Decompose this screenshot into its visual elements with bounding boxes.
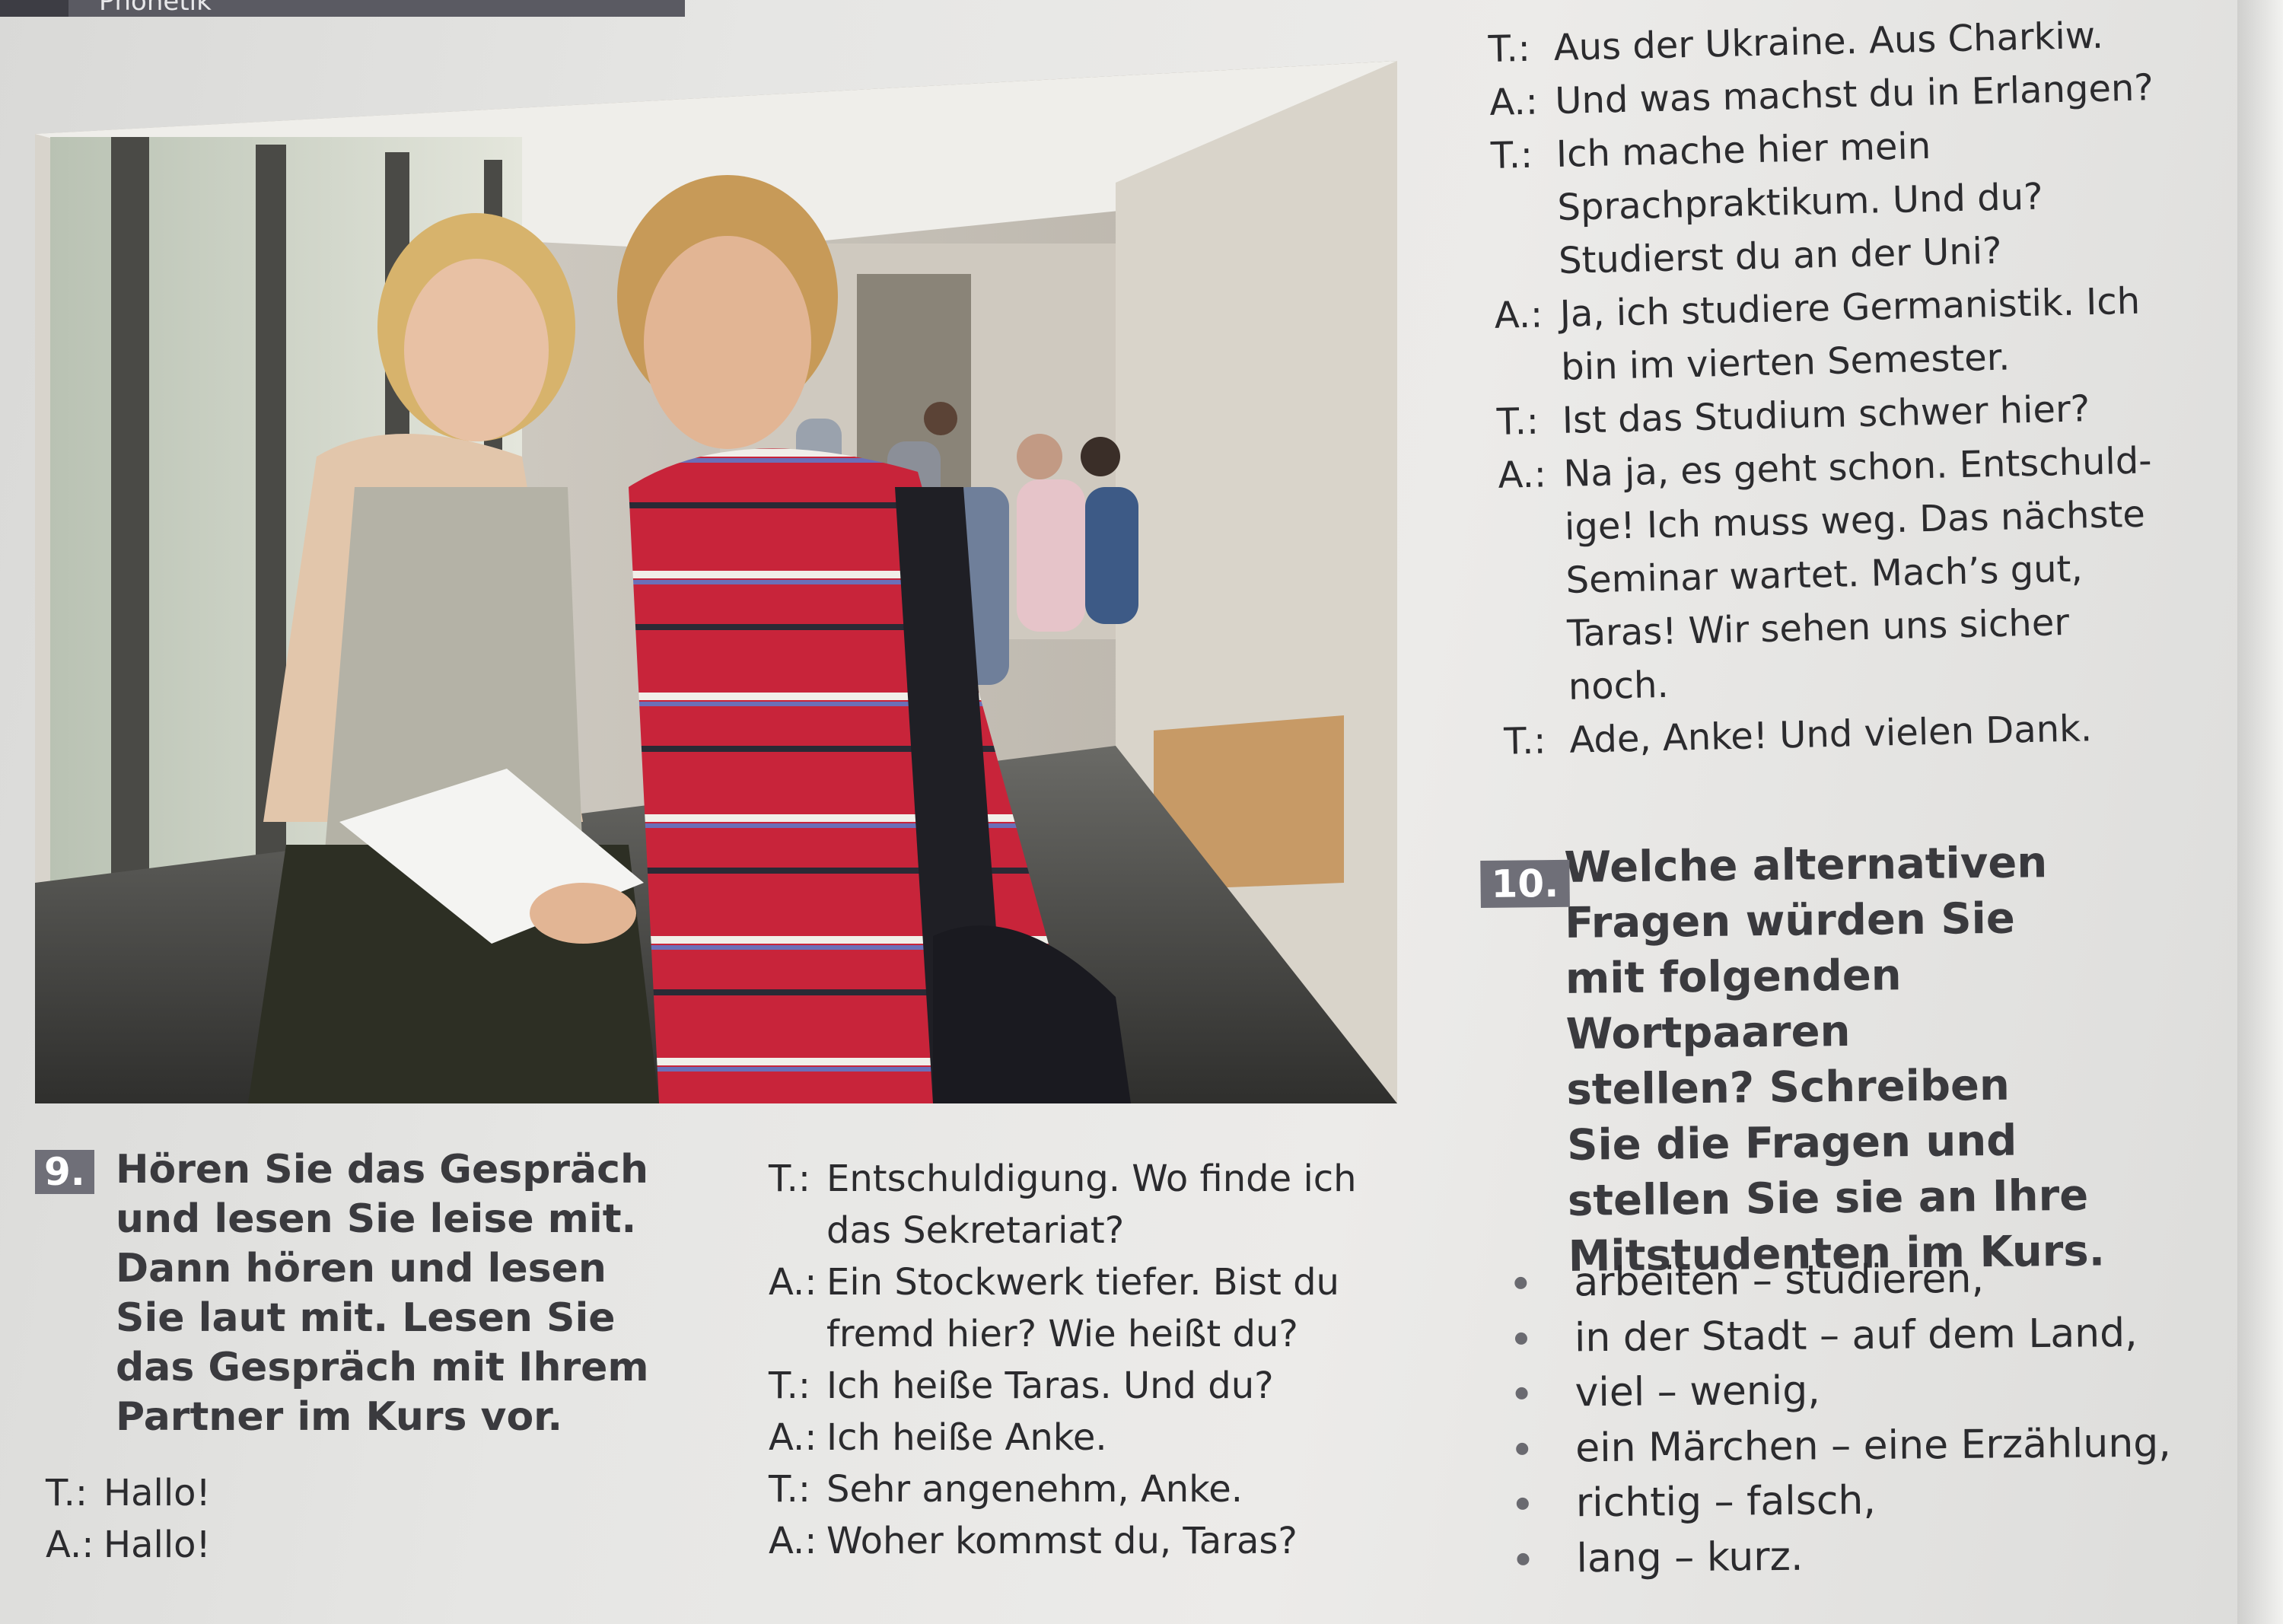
list-item: arbeiten – studieren, <box>1514 1250 2238 1311</box>
dialog-line: T.: Ich heiße Taras. Und du? <box>769 1364 1274 1407</box>
bullet-icon <box>1514 1277 1527 1290</box>
bullet-icon <box>1514 1332 1528 1345</box>
dialog-line: A.: Hallo! <box>46 1524 211 1566</box>
dialog-start: T.: Hallo! A.: Hallo! <box>46 1467 211 1571</box>
dialog-continuation: T.: Aus der Ukraine. Aus Charkiw. A.: Und … <box>1488 5 2265 768</box>
task-number: 9. <box>35 1150 94 1194</box>
task-10: 10. Welche alternativen Fragen würden Si… <box>1480 834 2170 1285</box>
page-number-chip <box>0 0 68 17</box>
dialog-line: T.: Entschuldigung. Wo finde ich <box>769 1157 1357 1200</box>
dialog-line: fremd hier? Wie heißt du? <box>826 1313 1298 1355</box>
students-in-corridor-photo <box>35 61 1397 1103</box>
list-item: ein Märchen – eine Erzählung, <box>1516 1415 2240 1476</box>
task-instructions: Welche alternativen Fragen würden Sie mi… <box>1564 838 2106 1282</box>
list-item: lang – kurz. <box>1517 1525 2240 1587</box>
bullet-icon <box>1516 1442 1529 1455</box>
dialog-middle: T.: Entschuldigung. Wo finde ich das Sekr… <box>769 1153 1438 1567</box>
dialog-line: T.: Sehr angenehm, Anke. <box>769 1468 1243 1511</box>
dialog-line: A.: Woher kommst du, Taras? <box>769 1520 1298 1562</box>
bullet-icon <box>1515 1387 1528 1400</box>
list-item: viel – wenig, <box>1515 1360 2239 1422</box>
list-item: in der Stadt – auf dem Land, <box>1514 1304 2239 1366</box>
dialog-line: A.: Ich heiße Anke. <box>769 1416 1107 1459</box>
task-instructions: Hören Sie das Gespräch und lesen Sie lei… <box>116 1147 649 1440</box>
header-title: Phonetik <box>99 0 212 17</box>
task-9: 9. Hören Sie das Gespräch und lesen Sie … <box>35 1145 720 1442</box>
task-number: 10. <box>1480 859 1570 908</box>
dialog-line: das Sekretariat? <box>826 1209 1125 1252</box>
list-item: richtig – falsch, <box>1516 1470 2240 1532</box>
dialog-line: A.: Ein Stockwerk tiefer. Bist du <box>769 1261 1339 1304</box>
bullet-icon <box>1517 1552 1530 1565</box>
word-pairs-list: arbeiten – studieren, in der Stadt – auf… <box>1514 1250 2240 1587</box>
bullet-icon <box>1516 1498 1529 1511</box>
dialog-line: T.: Hallo! <box>46 1472 211 1514</box>
